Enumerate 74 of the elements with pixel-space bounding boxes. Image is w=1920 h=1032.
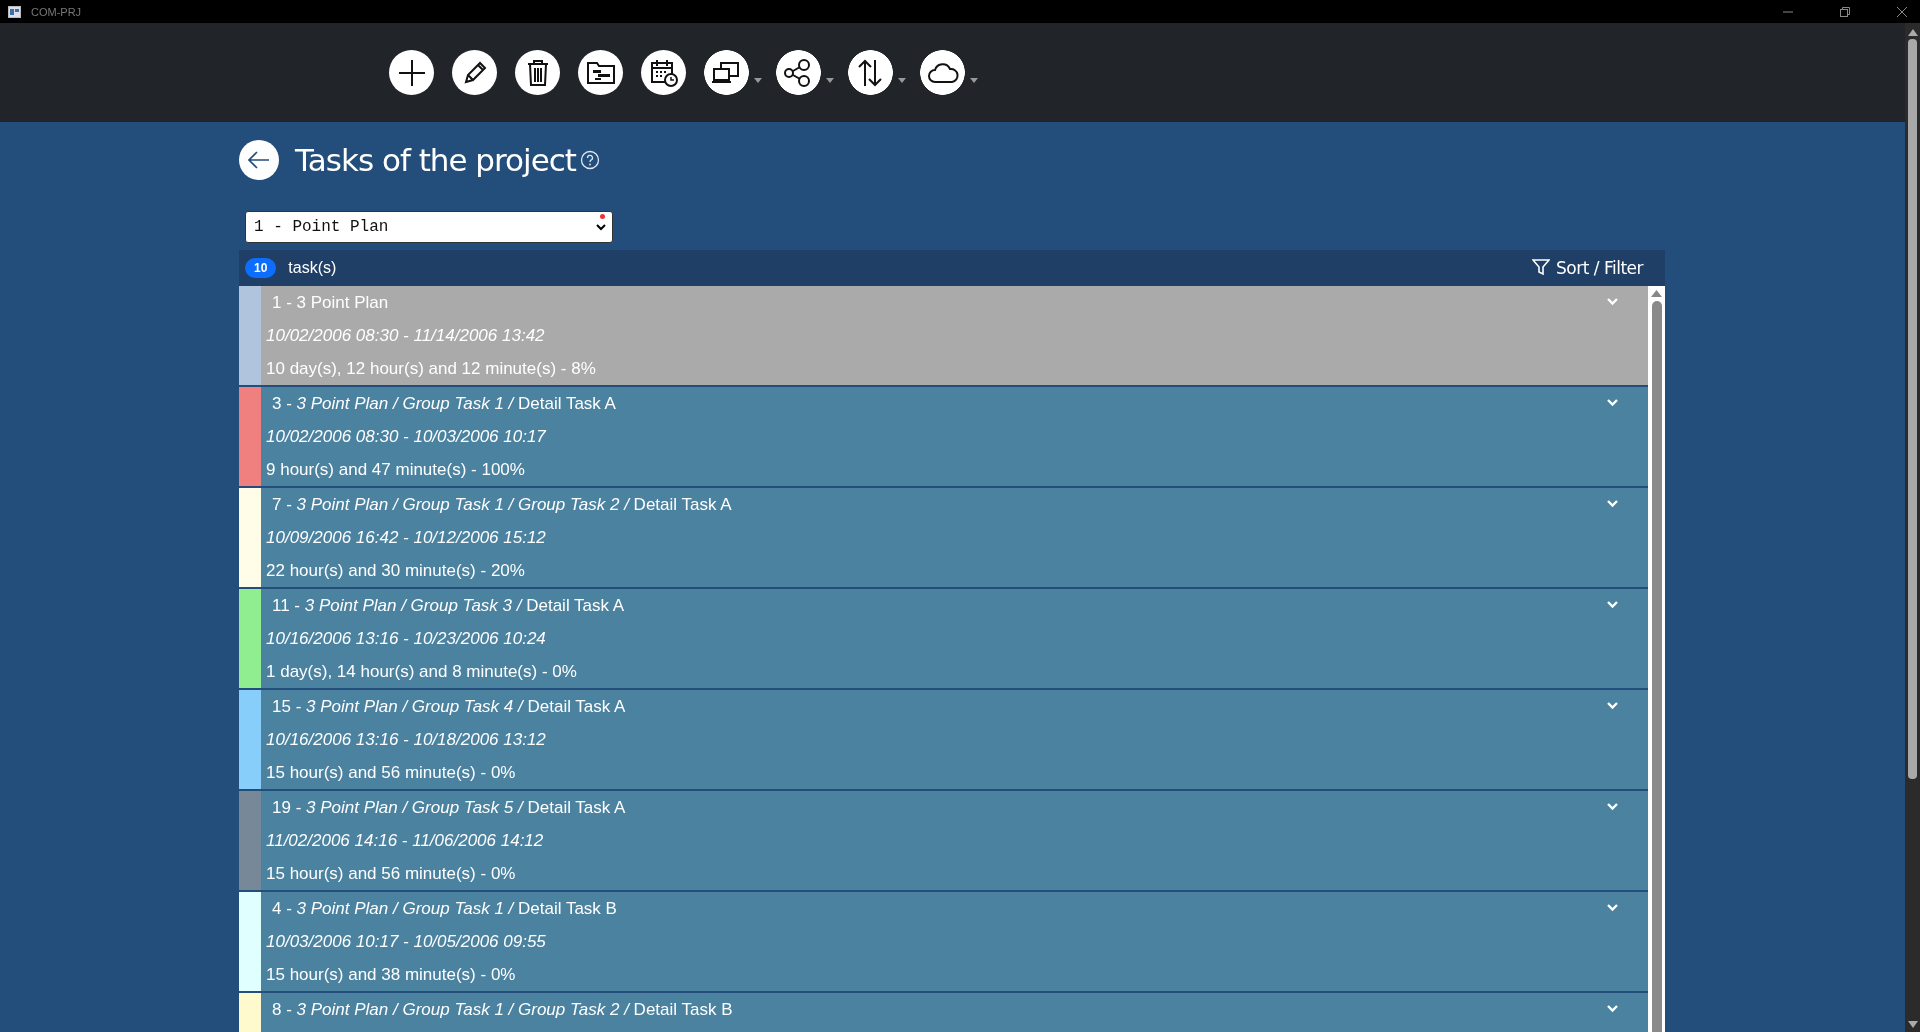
close-icon[interactable] — [1896, 5, 1908, 18]
restore-icon[interactable] — [1839, 5, 1851, 18]
scroll-up-icon[interactable] — [1907, 29, 1918, 36]
expand-chevron-icon[interactable] — [1607, 399, 1618, 407]
expand-chevron-icon[interactable] — [1607, 904, 1618, 912]
task-duration: 15 hour(s) and 56 minute(s) - 0% — [266, 863, 517, 885]
caret-icon — [970, 78, 978, 83]
trash-icon — [525, 58, 550, 87]
scroll-thumb[interactable] — [1908, 39, 1917, 779]
scroll-down-icon[interactable] — [1907, 1021, 1918, 1028]
task-dates: 10/09/2006 16:42 - 10/12/2006 15:12 — [266, 527, 547, 549]
task-row[interactable]: 8 - 3 Point Plan / Group Task 1 / Group Task 2 / Detail Task B — [239, 993, 1648, 1032]
task-row[interactable]: 19 - 3 Point Plan / Group Task 5 / Detail Task A 11/02/2006 14:16 - 11/06/2006 14:12 15 hour(s) and 56 minute(s) - 0% — [239, 791, 1648, 892]
task-row[interactable]: 15 - 3 Point Plan / Group Task 4 / Detail Task A 10/16/2006 13:16 - 10/18/2006 13:12 15 hour(s) and 56 minute(s) - 0% — [239, 690, 1648, 791]
count-badge: 10 — [245, 258, 277, 278]
filter-icon — [1532, 259, 1550, 277]
task-row[interactable]: 7 - 3 Point Plan / Group Task 1 / Group Task 2 / Detail Task A 10/09/2006 16:42 - 10/12/2006 15:12 22 hour(s) and 30 minute(s) - 20% — [239, 488, 1648, 589]
caret-icon — [754, 78, 762, 83]
task-dates: 11/02/2006 14:16 - 11/06/2006 14:12 — [266, 830, 545, 852]
task-duration: 22 hour(s) and 30 minute(s) - 20% — [266, 560, 526, 582]
expand-chevron-icon[interactable] — [1607, 1005, 1618, 1013]
task-row[interactable]: 4 - 3 Point Plan / Group Task 1 / Detail Task B 10/03/2006 10:17 - 10/05/2006 09:55 15 hour(s) and 38 minute(s) - 0% — [239, 892, 1648, 993]
back-arrow-icon — [248, 151, 270, 169]
devices-icon — [711, 59, 741, 86]
task-row[interactable]: 11 - 3 Point Plan / Group Task 3 / Detail Task A 10/16/2006 13:16 - 10/23/2006 10:24 1 day(s), 14 hour(s) and 8 minute(s) - 0% — [239, 589, 1648, 690]
task-title: 15 - 3 Point Plan / Group Task 4 / Detail Task A — [271, 696, 626, 718]
task-title: 11 - 3 Point Plan / Group Task 3 / Detail Task A — [271, 595, 625, 617]
expand-chevron-icon[interactable] — [1607, 803, 1618, 811]
chevron-down-icon — [596, 223, 606, 231]
list-scrollbar[interactable] — [1648, 286, 1665, 1032]
help-icon[interactable] — [579, 150, 600, 170]
expand-chevron-icon[interactable] — [1607, 500, 1618, 508]
task-dates: 10/16/2006 13:16 - 10/18/2006 13:12 — [266, 729, 547, 751]
task-title: 3 - 3 Point Plan / Group Task 1 / Detail Task A — [271, 393, 616, 415]
task-duration: 15 hour(s) and 38 minute(s) - 0% — [266, 964, 517, 986]
calendar-toolbar-button[interactable] — [641, 50, 686, 95]
scroll-up-icon[interactable] — [1651, 290, 1662, 297]
plus-icon — [396, 57, 427, 88]
delete-toolbar-button[interactable] — [515, 50, 560, 95]
task-duration: 1 day(s), 14 hour(s) and 8 minute(s) - 0% — [266, 661, 578, 683]
task-row[interactable]: 3 - 3 Point Plan / Group Task 1 / Detail Task A 10/02/2006 08:30 - 10/03/2006 10:17 9 hour(s) and 47 minute(s) - 100% — [239, 387, 1648, 488]
task-row[interactable]: 1 - 3 Point Plan 10/02/2006 08:30 - 11/14/2006 13:42 10 day(s), 12 hour(s) and 12 minute(s) - 8% — [239, 286, 1648, 387]
window-title: COM-PRJ — [31, 5, 82, 18]
task-title: 8 - 3 Point Plan / Group Task 1 / Group Task 2 / Detail Task B — [271, 999, 733, 1021]
window-scrollbar[interactable] — [1905, 23, 1920, 1032]
task-title: 4 - 3 Point Plan / Group Task 1 / Detail Task B — [271, 898, 617, 920]
expand-chevron-icon[interactable] — [1607, 601, 1618, 609]
caret-icon — [826, 78, 834, 83]
task-dates: 10/02/2006 08:30 - 11/14/2006 13:42 — [266, 325, 546, 347]
task-title: 19 - 3 Point Plan / Group Task 5 / Detail Task A — [271, 797, 626, 819]
cloud-icon — [927, 61, 959, 84]
list-label: task(s) — [288, 259, 337, 277]
task-dates: 10/02/2006 08:30 - 10/03/2006 10:17 — [266, 426, 547, 448]
caret-icon — [898, 78, 906, 83]
add-toolbar-button[interactable] — [389, 50, 434, 95]
sort-filter-button[interactable]: Sort / Filter — [1532, 258, 1643, 278]
task-duration: 9 hour(s) and 47 minute(s) - 100% — [266, 459, 526, 481]
task-duration: 15 hour(s) and 56 minute(s) - 0% — [266, 762, 517, 784]
gantt-toolbar-button[interactable] — [578, 50, 623, 95]
edit-toolbar-button[interactable] — [452, 50, 497, 95]
task-dates: 10/03/2006 10:17 - 10/05/2006 09:55 — [266, 931, 547, 953]
task-title: 1 - 3 Point Plan — [271, 292, 390, 314]
back-button[interactable] — [239, 140, 279, 180]
task-duration: 10 day(s), 12 hour(s) and 12 minute(s) - 8% — [266, 358, 596, 380]
gantt-folder-icon — [585, 59, 616, 86]
scroll-thumb[interactable] — [1651, 301, 1662, 1032]
share-nodes-icon — [783, 57, 813, 88]
task-title: 7 - 3 Point Plan / Group Task 1 / Group Task 2 / Detail Task A — [271, 494, 732, 516]
page-title: Tasks of the project — [295, 142, 576, 178]
task-dates: 10/16/2006 13:16 - 10/23/2006 10:24 — [266, 628, 547, 650]
app-icon — [8, 5, 21, 18]
expand-chevron-icon[interactable] — [1607, 702, 1618, 710]
calendar-clock-icon — [648, 57, 679, 88]
project-select[interactable]: 1 - Point Plan — [245, 211, 613, 243]
